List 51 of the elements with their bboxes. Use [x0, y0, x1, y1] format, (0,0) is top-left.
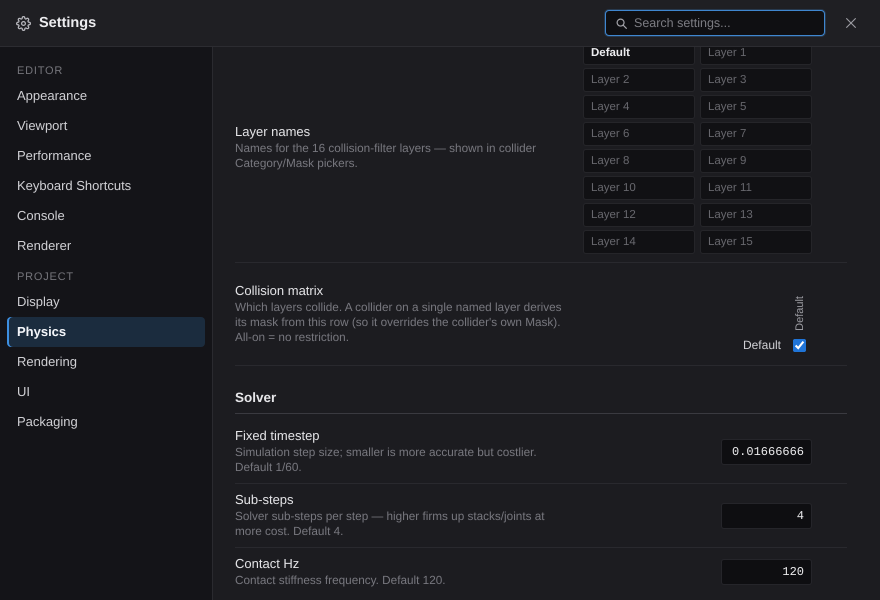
- layer-name-field[interactable]: Layer 15: [700, 230, 812, 254]
- sidebar-item[interactable]: Keyboard Shortcuts: [7, 171, 205, 201]
- layer-name-field[interactable]: Layer 10: [583, 176, 695, 200]
- setting-description: Simulation step size; smaller is more accurate but costlier. Default 1/60.: [235, 445, 538, 475]
- layer-name-field[interactable]: Layer 7: [700, 122, 812, 146]
- setting-description: Contact stiffness frequency. Default 120.: [235, 573, 447, 588]
- gear-icon: [16, 16, 31, 30]
- sidebar-item[interactable]: Physics: [7, 317, 205, 347]
- layer-name-field[interactable]: Layer 5: [700, 95, 812, 119]
- sidebar-item[interactable]: Packaging: [7, 407, 205, 437]
- sidebar-item[interactable]: Display: [7, 287, 205, 317]
- close-icon: [846, 18, 856, 28]
- setting-title: Sub-steps: [235, 492, 295, 508]
- layer-name-field[interactable]: Layer 4: [583, 95, 695, 119]
- matrix-row-label: Default: [742, 338, 781, 352]
- setting-description: Solver sub-steps per step — higher firms up stacks/joints at more cost. Default 4.: [235, 509, 546, 539]
- setting-title: Collision matrix: [235, 283, 324, 299]
- layer-name-field[interactable]: Layer 14: [583, 230, 695, 254]
- window-title: Settings: [39, 14, 96, 32]
- collision-checkbox[interactable]: [793, 338, 806, 352]
- setting-title: Layer names: [235, 124, 312, 140]
- section-heading: Solver: [235, 390, 276, 405]
- sidebar-item[interactable]: Appearance: [7, 81, 205, 111]
- setting-title: Fixed timestep: [235, 428, 321, 444]
- sidebar-section-heading: EDITOR: [16, 64, 64, 79]
- layer-name-field[interactable]: Default: [583, 47, 695, 65]
- number-field[interactable]: 4: [721, 502, 812, 528]
- sidebar-item[interactable]: Renderer: [7, 231, 205, 261]
- sidebar-item[interactable]: Viewport: [7, 111, 205, 141]
- layer-name-field[interactable]: Layer 6: [583, 122, 695, 146]
- search-icon: [616, 18, 627, 28]
- layer-name-field[interactable]: Layer 1: [700, 47, 812, 65]
- matrix-column-label: Default: [794, 296, 806, 331]
- setting-description: Names for the 16 collision-filter layers — shown in collider Category/Mask pickers.: [235, 141, 538, 171]
- setting-title: Contact Hz: [235, 556, 300, 572]
- number-field[interactable]: 0.01666666: [721, 438, 812, 464]
- layer-name-field[interactable]: Layer 8: [583, 149, 695, 173]
- search-field[interactable]: Search settings...: [605, 10, 825, 36]
- layer-name-field[interactable]: Layer 3: [700, 68, 812, 92]
- sidebar-section-heading: PROJECT: [16, 270, 75, 285]
- setting-description: Which layers collide. A collider on a single named layer derives its mask from this row (so it overrides the collider's own Mask). All-on = no restriction.: [235, 300, 563, 345]
- layer-name-field[interactable]: Layer 9: [700, 149, 812, 173]
- sidebar-item[interactable]: Performance: [7, 141, 205, 171]
- layer-name-field[interactable]: Layer 13: [700, 203, 812, 227]
- layer-name-field[interactable]: Layer 11: [700, 176, 812, 200]
- number-field[interactable]: 120: [721, 559, 812, 585]
- sidebar-item[interactable]: UI: [7, 377, 205, 407]
- layer-name-field[interactable]: Layer 12: [583, 203, 695, 227]
- sidebar-item[interactable]: Rendering: [7, 347, 205, 377]
- layer-name-field[interactable]: Layer 2: [583, 68, 695, 92]
- sidebar-item[interactable]: Console: [7, 201, 205, 231]
